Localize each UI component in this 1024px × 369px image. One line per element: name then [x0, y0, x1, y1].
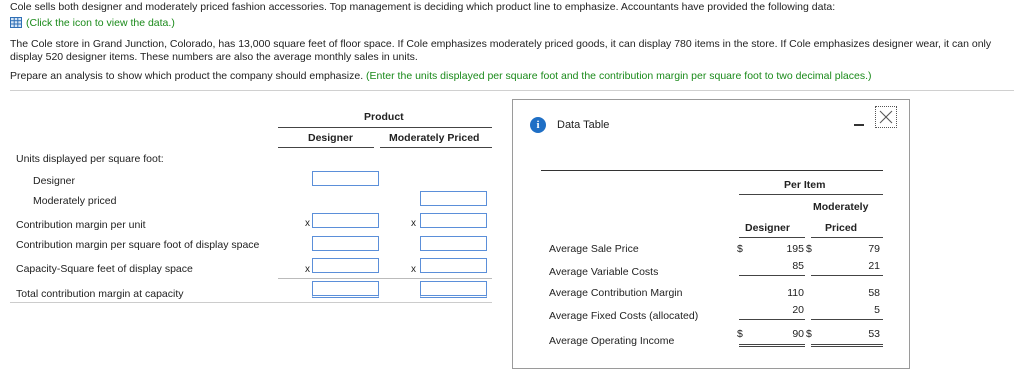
prepare-hint: (Enter the units displayed per square fo…	[366, 70, 872, 82]
col-priced-header: Priced	[825, 222, 858, 234]
capacity-designer-input[interactable]	[312, 258, 379, 273]
dollar-sign: $	[737, 328, 743, 340]
total-double-rule	[739, 344, 805, 345]
total-rule	[278, 278, 492, 279]
close-button[interactable]	[875, 106, 897, 128]
designer-value: 110	[787, 287, 804, 299]
table-icon[interactable]	[10, 17, 22, 28]
data-link[interactable]: (Click the icon to view the data.)	[10, 17, 175, 29]
designer-value: 85	[792, 260, 804, 272]
problem-body: The Cole store in Grand Junction, Colora…	[10, 38, 992, 50]
col-designer-header: Designer	[745, 222, 790, 234]
subtotal-rule	[811, 275, 883, 276]
close-icon[interactable]	[876, 107, 896, 127]
dollar-sign: $	[737, 243, 743, 255]
cm-sqft-designer-input[interactable]	[312, 236, 379, 251]
row-cm-sqft-label: Contribution margin per square foot of d…	[16, 239, 260, 251]
subtotal-rule	[739, 275, 805, 276]
minimize-icon[interactable]	[854, 124, 864, 126]
designer-underline	[739, 237, 805, 238]
problem-body-2: display 520 designer items. These number…	[10, 51, 418, 63]
cm-unit-moderate-input[interactable]	[420, 213, 487, 228]
designer-underline	[278, 147, 374, 148]
col-designer: Designer	[308, 132, 353, 144]
dollar-sign: $	[806, 328, 812, 340]
col-moderately-header: Moderately	[813, 201, 869, 213]
data-link-text[interactable]: (Click the icon to view the data.)	[26, 17, 175, 29]
total-moderate-input[interactable]	[420, 281, 487, 298]
moderate-value: 5	[874, 304, 880, 316]
header-underline	[278, 127, 492, 128]
prepare-text: Prepare an analysis to show which produc…	[10, 70, 364, 82]
dollar-sign: $	[806, 243, 812, 255]
row-capacity-label: Capacity-Square feet of display space	[16, 263, 193, 275]
data-table-dialog: i Data Table Per Item Moderately Designe…	[512, 99, 910, 369]
moderate-value: 79	[868, 243, 880, 255]
moderate-value: 58	[868, 287, 880, 299]
problem-intro: Cole sells both designer and moderately …	[10, 1, 836, 13]
row-moderate-label: Moderately priced	[33, 195, 117, 207]
x-sign: x	[411, 218, 416, 229]
units-designer-input[interactable]	[312, 171, 379, 186]
total-designer-input[interactable]	[312, 281, 379, 298]
info-icon: i	[530, 117, 546, 133]
priced-underline	[811, 237, 883, 238]
divider	[10, 90, 1014, 91]
table-top-border	[541, 170, 883, 171]
per-item-header: Per Item	[784, 179, 826, 191]
product-header: Product	[364, 111, 404, 123]
designer-value: 195	[786, 243, 804, 255]
x-sign: x	[305, 264, 310, 275]
col-moderately-priced: Moderately Priced	[389, 132, 480, 144]
units-header: Units displayed per square foot:	[16, 153, 164, 165]
cm-unit-designer-input[interactable]	[312, 213, 379, 228]
total-double-rule	[739, 346, 805, 347]
moderate-value: 53	[868, 328, 880, 340]
x-sign: x	[411, 264, 416, 275]
prepare-instruction: Prepare an analysis to show which produc…	[10, 70, 872, 82]
designer-value: 90	[792, 328, 804, 340]
table-bottom-rule	[10, 302, 492, 303]
dialog-title: Data Table	[557, 119, 610, 131]
row-label: Average Fixed Costs (allocated)	[549, 310, 699, 322]
per-item-underline	[739, 194, 883, 195]
moderate-underline	[380, 147, 492, 148]
row-label: Average Contribution Margin	[549, 287, 683, 299]
cm-sqft-moderate-input[interactable]	[420, 236, 487, 251]
row-label: Average Sale Price	[549, 243, 639, 255]
row-label: Average Variable Costs	[549, 266, 659, 278]
moderate-value: 21	[868, 260, 880, 272]
row-total-label: Total contribution margin at capacity	[16, 288, 184, 300]
capacity-moderate-input[interactable]	[420, 258, 487, 273]
total-double-rule	[811, 346, 883, 347]
x-sign: x	[305, 218, 310, 229]
row-label: Average Operating Income	[549, 335, 675, 347]
designer-value: 20	[792, 304, 804, 316]
row-cm-unit-label: Contribution margin per unit	[16, 219, 146, 231]
subtotal-rule	[739, 319, 805, 320]
total-double-rule	[811, 344, 883, 345]
units-moderate-input[interactable]	[420, 191, 487, 206]
subtotal-rule	[811, 319, 883, 320]
row-designer-label: Designer	[33, 175, 76, 187]
